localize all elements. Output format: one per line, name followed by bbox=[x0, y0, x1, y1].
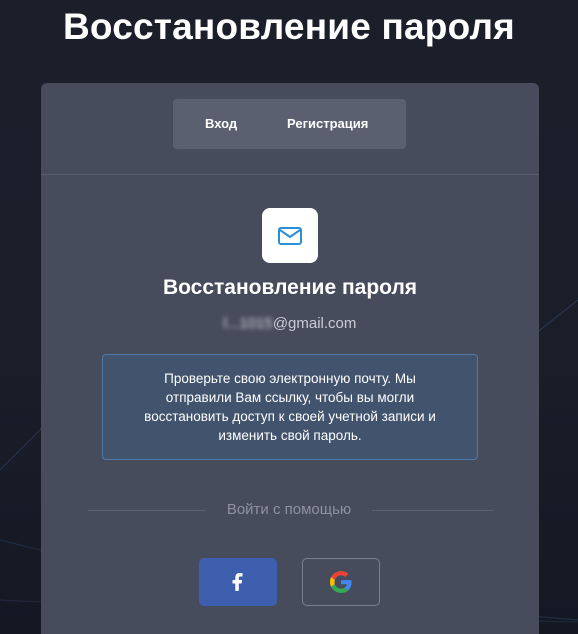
tab-register[interactable]: Регистрация bbox=[287, 116, 368, 131]
divider-line-right bbox=[372, 510, 493, 511]
mail-icon-container bbox=[262, 208, 318, 263]
recovery-card: Вход Регистрация Восстановление пароля l… bbox=[41, 83, 539, 634]
mail-icon bbox=[278, 226, 302, 245]
auth-tabs: Вход Регистрация bbox=[173, 99, 406, 149]
email-address: l...1015@gmail.com bbox=[41, 315, 539, 332]
email-domain: @gmail.com bbox=[272, 315, 357, 332]
email-masked: l...1015 bbox=[223, 315, 273, 332]
divider bbox=[41, 174, 539, 175]
facebook-icon bbox=[232, 573, 243, 591]
page-title: Восстановление пароля bbox=[63, 6, 515, 47]
social-divider: Войти с помощью bbox=[88, 500, 493, 520]
info-message-box: Проверьте свою электронную почту. Мы отп… bbox=[102, 354, 478, 460]
facebook-login-button[interactable] bbox=[199, 558, 277, 606]
info-message: Проверьте свою электронную почту. Мы отп… bbox=[144, 371, 436, 443]
google-login-button[interactable] bbox=[302, 558, 380, 606]
tab-login[interactable]: Вход bbox=[205, 116, 237, 131]
card-title: Восстановление пароля bbox=[162, 276, 418, 299]
divider-line-left bbox=[88, 510, 206, 511]
google-icon bbox=[330, 571, 352, 593]
social-login-label: Войти с помощью bbox=[226, 501, 352, 518]
